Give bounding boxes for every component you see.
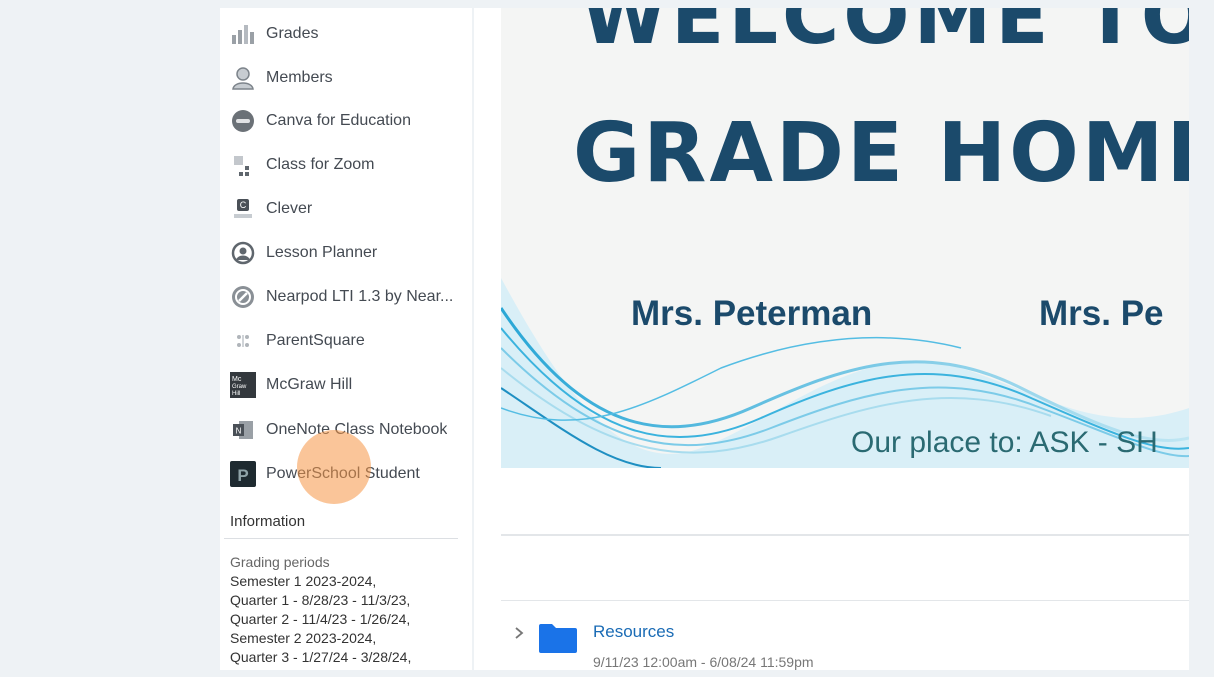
grading-period-line: Semester 2 2023-2024, <box>230 630 377 646</box>
sidebar-item-label: Members <box>266 69 333 86</box>
onenote-icon: N <box>230 417 256 443</box>
course-sidebar: Grades Members Canva for Education Class… <box>220 8 472 670</box>
grading-period-line: Semester 1 2023-2024, <box>230 573 377 589</box>
svg-text:Graw: Graw <box>232 384 247 390</box>
sidebar-item-mcgraw-hill[interactable]: Mc Graw Hill McGraw Hill <box>230 371 470 399</box>
grading-periods: Grading periods Semester 1 2023-2024, Qu… <box>230 553 465 667</box>
resources-link[interactable]: Resources <box>593 622 674 642</box>
banner-teacher-name: Mrs. Peterman <box>631 294 873 333</box>
chevron-right-icon[interactable] <box>512 626 526 640</box>
svg-text:P: P <box>237 466 248 485</box>
zoom-class-icon <box>230 152 256 178</box>
resources-date-range: 9/11/23 12:00am - 6/08/24 11:59pm <box>593 654 814 670</box>
course-main-content: WELCOME TO GRADE HOMER Mrs. Peterman Mrs… <box>474 8 1189 670</box>
svg-text:N: N <box>236 427 242 436</box>
sidebar-item-label: Nearpod LTI 1.3 by Near... <box>266 288 454 305</box>
svg-text:Hill: Hill <box>232 391 240 397</box>
sidebar-item-label: ParentSquare <box>266 332 365 349</box>
divider <box>501 600 1189 601</box>
click-highlight-indicator <box>297 430 371 504</box>
folder-icon <box>539 624 577 653</box>
banner-wave-graphic <box>501 278 1189 468</box>
sidebar-item-canva[interactable]: Canva for Education <box>230 107 470 135</box>
course-banner-image: WELCOME TO GRADE HOMER Mrs. Peterman Mrs… <box>501 8 1189 468</box>
grading-period-line: Quarter 3 - 1/27/24 - 3/28/24, <box>230 649 412 665</box>
sidebar-item-label: Clever <box>266 200 313 217</box>
sidebar-item-class-for-zoom[interactable]: Class for Zoom <box>230 151 470 179</box>
sidebar-item-label: Lesson Planner <box>266 244 378 261</box>
app-frame: Grades Members Canva for Education Class… <box>0 0 1214 677</box>
banner-welcome-text: WELCOME TO <box>581 8 1189 62</box>
divider <box>501 534 1189 536</box>
sidebar-item-label: Canva for Education <box>266 112 411 129</box>
information-heading: Information <box>230 513 306 530</box>
canva-icon <box>230 108 256 134</box>
banner-grade-text: GRADE HOMER <box>573 106 1189 201</box>
sidebar-item-label: McGraw Hill <box>266 376 353 393</box>
nearpod-icon <box>230 284 256 310</box>
grading-period-line: Quarter 2 - 11/4/23 - 1/26/24, <box>230 611 411 627</box>
sidebar-item-label: Class for Zoom <box>266 156 375 173</box>
grading-period-line: Quarter 1 - 8/28/23 - 11/3/23, <box>230 592 411 608</box>
sidebar-item-nearpod[interactable]: Nearpod LTI 1.3 by Near... <box>230 283 470 311</box>
grades-icon <box>230 21 256 47</box>
sidebar-item-clever[interactable]: C Clever <box>230 195 470 223</box>
resources-folder-row[interactable]: Resources 9/11/23 12:00am - 6/08/24 11:5… <box>504 620 1184 670</box>
svg-text:Mc: Mc <box>232 376 242 383</box>
svg-text:C: C <box>240 200 247 210</box>
powerschool-icon: P <box>230 461 256 487</box>
parentsquare-icon <box>230 328 256 354</box>
grading-periods-label: Grading periods <box>230 554 330 570</box>
sidebar-item-parentsquare[interactable]: ParentSquare <box>230 327 470 355</box>
sidebar-item-label: OneNote Class Notebook <box>266 421 448 438</box>
mcgraw-hill-icon: Mc Graw Hill <box>230 372 256 398</box>
members-icon <box>230 65 256 91</box>
sidebar-item-lesson-planner[interactable]: Lesson Planner <box>230 239 470 267</box>
divider <box>224 538 458 539</box>
sidebar-item-grades[interactable]: Grades <box>230 20 470 48</box>
lesson-planner-icon <box>230 240 256 266</box>
banner-tagline: Our place to: ASK - SH <box>851 426 1158 459</box>
clever-icon: C <box>230 196 256 222</box>
sidebar-item-members[interactable]: Members <box>230 64 470 92</box>
sidebar-item-label: Grades <box>266 25 319 42</box>
banner-teacher-name: Mrs. Pe <box>1039 294 1164 333</box>
